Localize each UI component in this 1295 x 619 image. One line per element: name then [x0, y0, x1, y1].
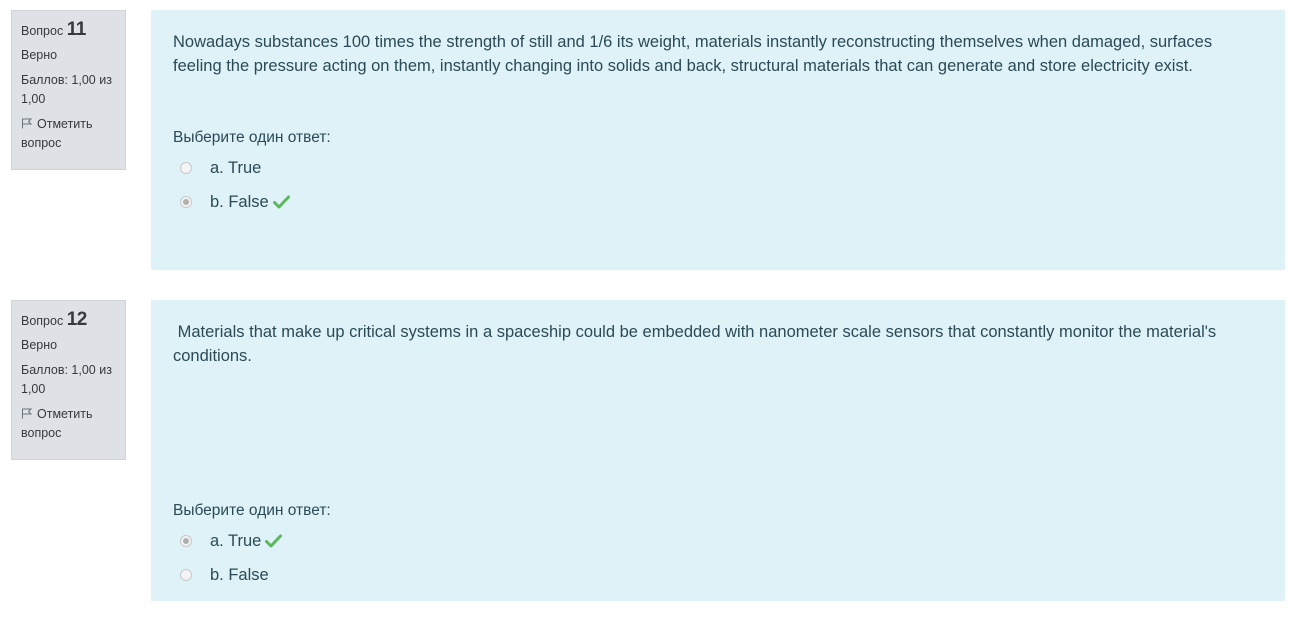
question-state: Верно — [21, 48, 58, 62]
answer-label-a: a. True — [210, 158, 262, 177]
answer-prompt: Выберите один ответ: — [173, 502, 331, 519]
question-info-panel: Вопрос 12 Верно Баллов: 1,00 из 1,00 Отм… — [11, 300, 126, 460]
question-info-panel: Вопрос 11 Верно Баллов: 1,00 из 1,00 Отм… — [11, 10, 126, 170]
answer-label-b: b. False — [210, 565, 269, 584]
answer-option-b[interactable]: b. False — [173, 185, 1265, 219]
answer-label-a: a. True — [210, 531, 262, 550]
answer-option-a[interactable]: a. True — [173, 524, 1265, 558]
question-content: Nowadays substances 100 times the streng… — [151, 10, 1285, 270]
radio-answer-b[interactable] — [180, 569, 192, 581]
answer-option-b[interactable]: b. False — [173, 558, 1265, 592]
question-number-value: 12 — [66, 309, 88, 330]
answer-prompt: Выберите один ответ: — [173, 129, 331, 146]
question-number: Вопрос 11 — [21, 19, 125, 42]
flag-question-button[interactable]: Отметить вопрос — [21, 405, 121, 443]
radio-answer-a[interactable] — [180, 535, 192, 547]
radio-answer-a[interactable] — [180, 162, 192, 174]
question-text: Nowadays substances 100 times the streng… — [173, 33, 1213, 75]
question-state: Верно — [21, 338, 58, 352]
flag-question-button[interactable]: Отметить вопрос — [21, 115, 121, 153]
question-grade: Баллов: 1,00 из 1,00 — [21, 363, 112, 396]
question-number-value: 11 — [66, 19, 87, 40]
flag-icon — [22, 118, 33, 129]
question-label: Вопрос — [21, 24, 64, 38]
check-icon — [265, 534, 283, 548]
check-icon — [272, 195, 290, 209]
question-text: Materials that make up critical systems … — [173, 323, 1221, 365]
radio-answer-b[interactable] — [180, 196, 192, 208]
question-number: Вопрос 12 — [21, 309, 125, 332]
answer-option-a[interactable]: a. True — [173, 151, 1265, 185]
question-content: Materials that make up critical systems … — [151, 300, 1285, 601]
question-label: Вопрос — [21, 314, 64, 328]
answer-label-b: b. False — [210, 192, 269, 211]
flag-icon — [22, 408, 33, 419]
question-grade: Баллов: 1,00 из 1,00 — [21, 73, 112, 106]
